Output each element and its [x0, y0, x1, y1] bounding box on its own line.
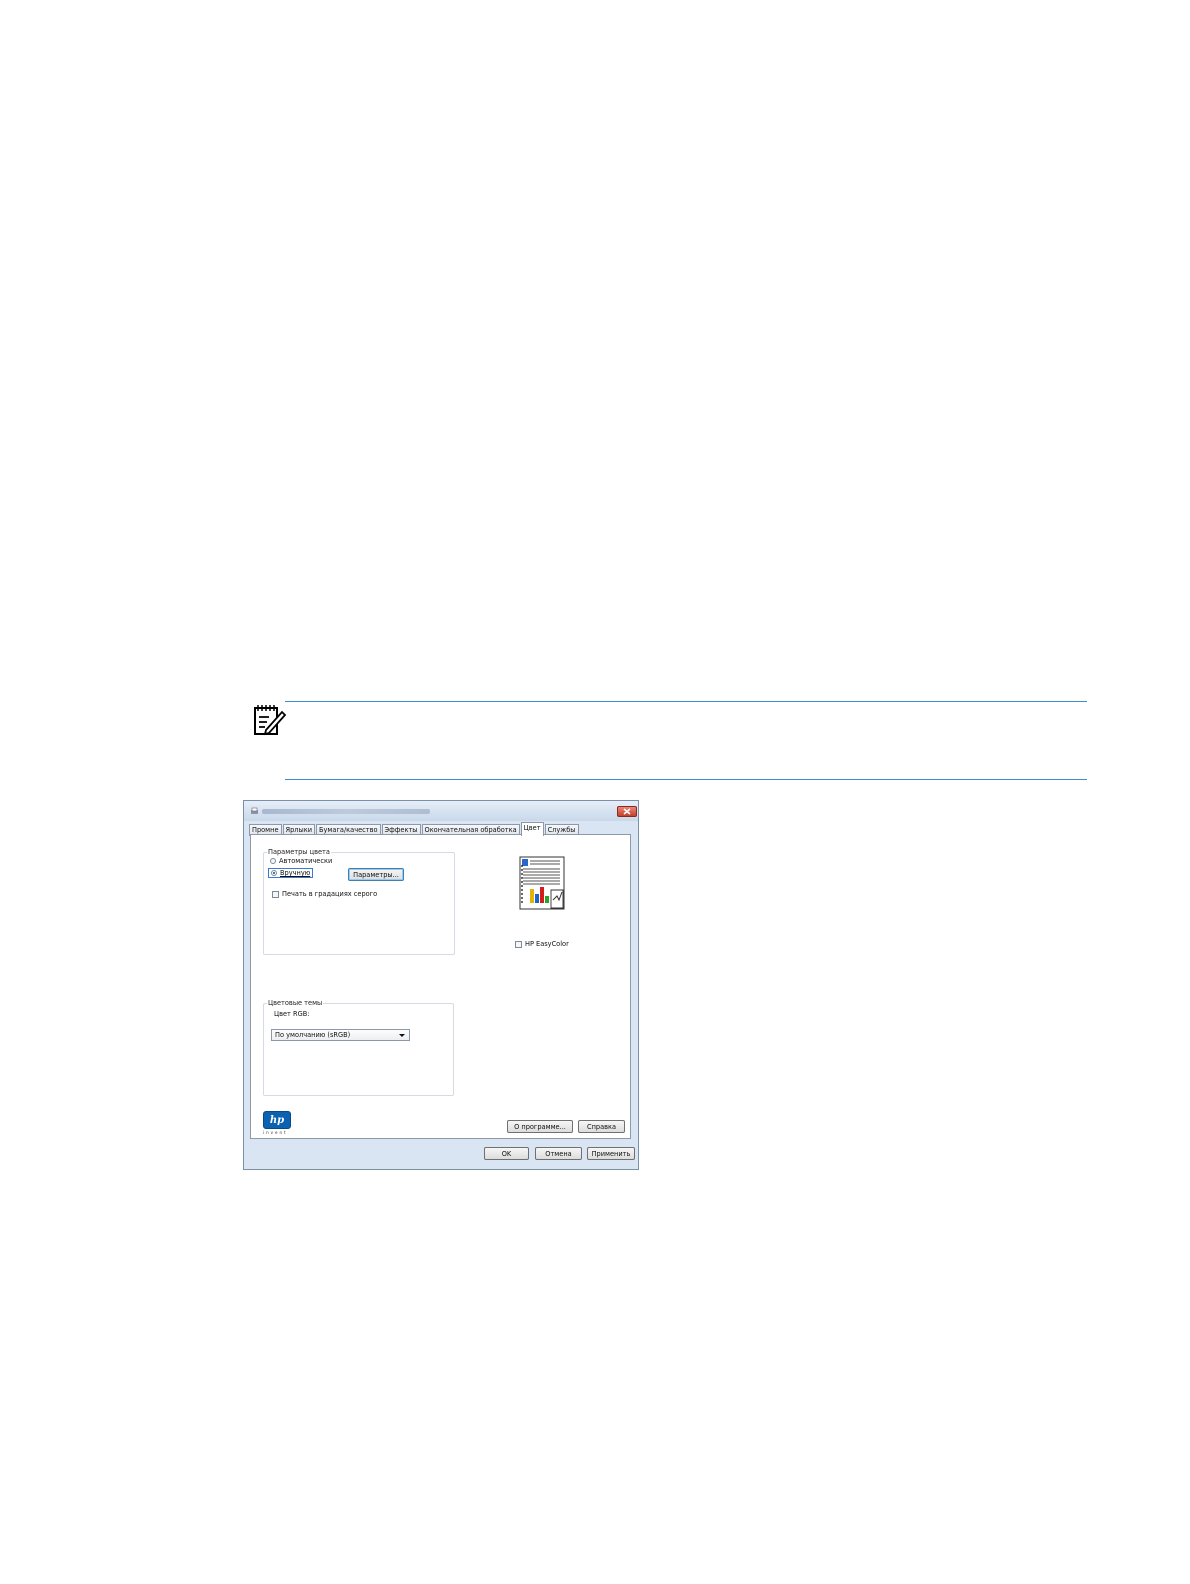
grayscale-checkbox-box[interactable] — [272, 890, 279, 898]
rgb-color-label: Цвет RGB: — [274, 1010, 310, 1018]
rgb-color-select-value: По умолчанию (sRGB) — [275, 1031, 351, 1039]
grayscale-checkbox[interactable]: Печать в градациях серого — [272, 890, 377, 898]
note-bottom-rule — [285, 779, 1087, 780]
grayscale-checkbox-label: Печать в градациях серого — [282, 890, 378, 898]
color-themes-group: Цветовые темы Цвет RGB: По умолчанию (sR… — [263, 999, 454, 1096]
hp-logo-mark: hp — [263, 1111, 291, 1129]
help-button[interactable]: Справка — [578, 1120, 625, 1133]
window-title-blurred — [262, 809, 430, 814]
ok-button[interactable]: OK — [484, 1147, 529, 1160]
radio-automatic-label: Автоматически — [279, 857, 333, 865]
easycolor-checkbox-box[interactable] — [515, 940, 522, 948]
rgb-color-select[interactable]: По умолчанию (sRGB) — [271, 1029, 410, 1041]
apply-button[interactable]: Применить — [587, 1147, 635, 1160]
color-tab-panel: Параметры цвета Автоматически Вручную Па… — [250, 834, 631, 1139]
note-icon — [254, 705, 286, 736]
hp-logo: hp invent — [263, 1111, 293, 1135]
title-bar — [244, 801, 638, 821]
cancel-button[interactable]: Отмена — [535, 1147, 582, 1160]
note-top-rule — [285, 701, 1087, 702]
radio-manual-label: Вручную — [280, 869, 311, 877]
radio-automatic[interactable]: Автоматически — [270, 857, 332, 865]
color-settings-button[interactable]: Параметры... — [348, 868, 404, 881]
color-themes-label: Цветовые темы — [267, 999, 324, 1007]
hp-logo-tagline: invent — [263, 1130, 288, 1135]
chevron-down-icon — [399, 1034, 405, 1037]
color-options-label: Параметры цвета — [267, 848, 331, 856]
about-button[interactable]: О программе... — [507, 1120, 573, 1133]
close-button[interactable] — [617, 806, 637, 817]
document-preview-image — [519, 856, 565, 910]
radio-manual[interactable]: Вручную — [268, 868, 314, 878]
printer-preferences-dialog: Промне Ярлыки Бумага/качество Эффекты Ок… — [243, 800, 639, 1170]
radio-manual-circle[interactable] — [271, 870, 277, 876]
close-icon — [623, 808, 631, 815]
radio-automatic-circle[interactable] — [270, 858, 276, 864]
color-options-group: Параметры цвета Автоматически Вручную Па… — [263, 848, 455, 955]
printer-icon — [251, 807, 258, 814]
easycolor-checkbox-label: HP EasyColor — [525, 940, 569, 948]
easycolor-checkbox[interactable]: HP EasyColor — [515, 940, 569, 948]
tab-color[interactable]: Цвет — [520, 822, 544, 836]
